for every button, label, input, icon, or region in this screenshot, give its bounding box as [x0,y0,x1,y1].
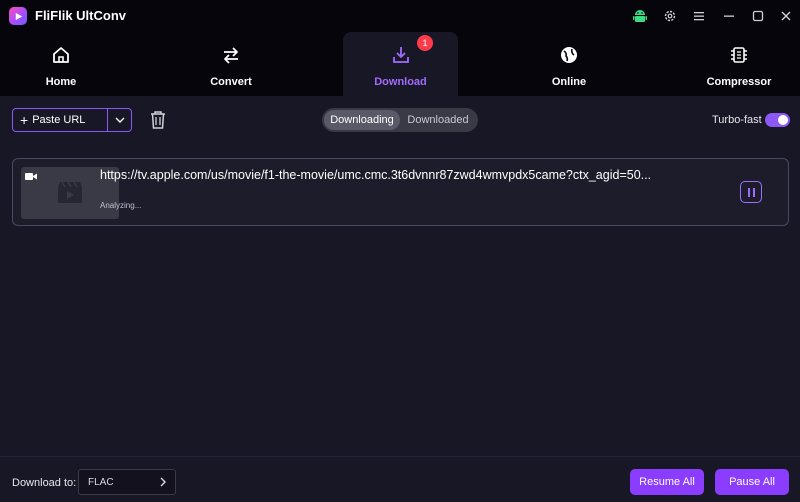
download-count-badge: 1 [417,35,433,51]
settings-icon[interactable] [660,6,680,26]
chevron-down-icon [115,117,124,123]
download-panel: + Paste URL Downloading Downloaded Turbo… [0,96,800,456]
nav-label: Download [374,76,427,88]
nav-item-online[interactable]: Online [524,32,614,96]
output-format-select[interactable]: FLAC [78,469,176,495]
tab-downloaded[interactable]: Downloaded [400,110,476,130]
pause-all-button[interactable]: Pause All [715,469,789,495]
tab-downloading[interactable]: Downloading [324,110,400,130]
video-placeholder-icon [58,181,82,203]
minimize-icon[interactable] [719,6,739,26]
paste-url-dropdown[interactable] [108,117,131,123]
download-icon [390,44,412,66]
menu-icon[interactable] [689,6,709,26]
resume-all-button[interactable]: Resume All [630,469,704,495]
main-nav: Home Convert 1 Download Online Compresso… [0,32,800,96]
download-to-label: Download to: [12,477,77,489]
pause-icon [747,187,750,197]
nav-label: Home [45,76,77,88]
maximize-icon[interactable] [748,6,768,26]
output-format-value: FLAC [88,476,114,488]
turbo-fast-toggle[interactable] [765,113,790,127]
download-status: Analyzing... [100,201,142,210]
paste-url-button[interactable]: + Paste URL [13,109,108,131]
pause-item-button[interactable] [740,181,762,203]
convert-icon [220,44,242,66]
nav-item-download[interactable]: 1 Download [343,32,458,96]
nav-label: Compressor [706,76,772,88]
compressor-icon [728,44,750,66]
title-bar: FliFlik UltConv [0,0,800,32]
toggle-knob [778,115,788,125]
pause-icon [752,187,755,197]
chevron-right-icon [160,477,166,487]
android-icon[interactable] [630,6,650,26]
paste-url-control: + Paste URL [12,108,132,132]
nav-label: Convert [210,76,252,88]
plus-icon: + [20,112,29,128]
close-icon[interactable] [776,6,796,26]
turbo-fast-label: Turbo-fast [712,114,762,126]
app-logo-icon [9,7,27,25]
home-icon [50,44,72,66]
globe-icon [558,44,580,66]
download-url: https://tv.apple.com/us/movie/f1-the-mov… [100,168,652,182]
nav-label: Online [551,76,587,88]
download-item: https://tv.apple.com/us/movie/f1-the-mov… [12,158,789,226]
video-camera-icon [25,173,37,180]
footer-bar: Download to: FLAC Resume All Pause All [0,456,800,502]
paste-url-label: Paste URL [32,114,86,126]
trash-icon[interactable] [149,110,167,130]
nav-item-home[interactable]: Home [16,32,106,96]
nav-item-convert[interactable]: Convert [186,32,276,96]
app-title: FliFlik UltConv [35,8,126,23]
nav-item-compressor[interactable]: Compressor [694,32,784,96]
download-status-tabs: Downloading Downloaded [322,108,478,132]
